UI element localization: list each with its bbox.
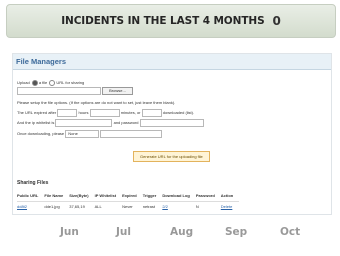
col-expired: Expired (122, 190, 143, 202)
month-label: Jul (116, 226, 131, 238)
file-path-input[interactable] (17, 87, 101, 95)
trigger-row: Once downloading, please None (17, 130, 163, 138)
month-label: Oct (280, 226, 301, 238)
radio-url-label: URL for sharing (56, 80, 85, 86)
size-cell: 37,65,19 (69, 204, 85, 209)
month-label: Aug (170, 226, 194, 238)
month-label: Jun (60, 226, 79, 238)
month-label: Sep (225, 226, 248, 238)
ip-whitelist-input[interactable] (55, 119, 113, 127)
browse-button[interactable]: Browse... (102, 87, 133, 96)
col-password: Password (195, 190, 221, 202)
header-title: INCIDENTS IN THE LAST 4 MONTHS (61, 15, 265, 27)
file-manager-panel: File Managers Upload a file URL for shar… (12, 53, 332, 215)
expire-minutes-input[interactable] (89, 109, 120, 117)
expired-cell: Never (122, 204, 133, 209)
radio-file-label: a file (38, 80, 48, 86)
radio-file[interactable] (31, 80, 38, 86)
expire-downloads-label: downloaded (list). (162, 110, 195, 116)
table-row: dd8t2 dde1.jpg 37,65,19 ALL Never netras… (17, 202, 239, 212)
expire-row: The URL expired after hours minutes, or … (17, 109, 194, 117)
radio-url[interactable] (49, 80, 56, 86)
expire-downloads-input[interactable] (141, 109, 162, 117)
file-row: Browse... (17, 87, 133, 96)
password-input[interactable] (139, 119, 204, 127)
public-url-link[interactable]: dd8t2 (17, 204, 27, 209)
col-file-name: File Name (44, 190, 70, 202)
sharing-files-title: Sharing Files (17, 180, 49, 186)
col-download-log: Download Log (162, 190, 196, 202)
generate-url-button[interactable]: Generate URL for the uploading file (133, 151, 210, 162)
instructions: Please setup the file options. (If the o… (17, 100, 176, 105)
expire-minutes-label: minutes, or (120, 110, 141, 116)
month-axis: Jun Jul Aug Sep Oct (0, 220, 340, 244)
expire-prefix: The URL expired after (17, 110, 57, 116)
col-action: Action (220, 190, 240, 202)
delete-link[interactable]: Delete (221, 204, 233, 209)
col-public-url: Public URL (17, 190, 45, 202)
password-label: and password (113, 120, 139, 126)
ip-label: And the ip whitelist is (17, 120, 55, 126)
expire-hours-input[interactable] (57, 109, 78, 117)
incidents-header: INCIDENTS IN THE LAST 4 MONTHS 0 (6, 4, 336, 38)
trigger-select[interactable]: None (65, 130, 100, 138)
upload-row: Upload a file URL for sharing (17, 80, 84, 86)
incident-count: 0 (272, 14, 281, 28)
ip-cell: ALL (94, 204, 102, 209)
trigger-cell: netrast (142, 204, 155, 209)
file-name-cell: dde1.jpg (44, 204, 60, 209)
panel-title: File Managers (13, 54, 331, 70)
download-log-link[interactable]: 2/2 (162, 204, 168, 209)
trigger-param-input[interactable] (100, 130, 163, 138)
upload-label: Upload (17, 80, 30, 86)
sharing-table: Public URL File Name Size(Byte) IP White… (17, 190, 240, 212)
ip-row: And the ip whitelist is and password (17, 119, 204, 127)
col-size: Size(Byte) (69, 190, 95, 202)
password-cell: N (195, 204, 199, 209)
expire-hours-label: hours (78, 110, 89, 116)
trigger-label: Once downloading, please (17, 131, 65, 137)
table-header-row: Public URL File Name Size(Byte) IP White… (17, 190, 240, 202)
col-ip-whitelist: IP Whitelist (94, 190, 123, 202)
col-trigger: Trigger (142, 190, 163, 202)
